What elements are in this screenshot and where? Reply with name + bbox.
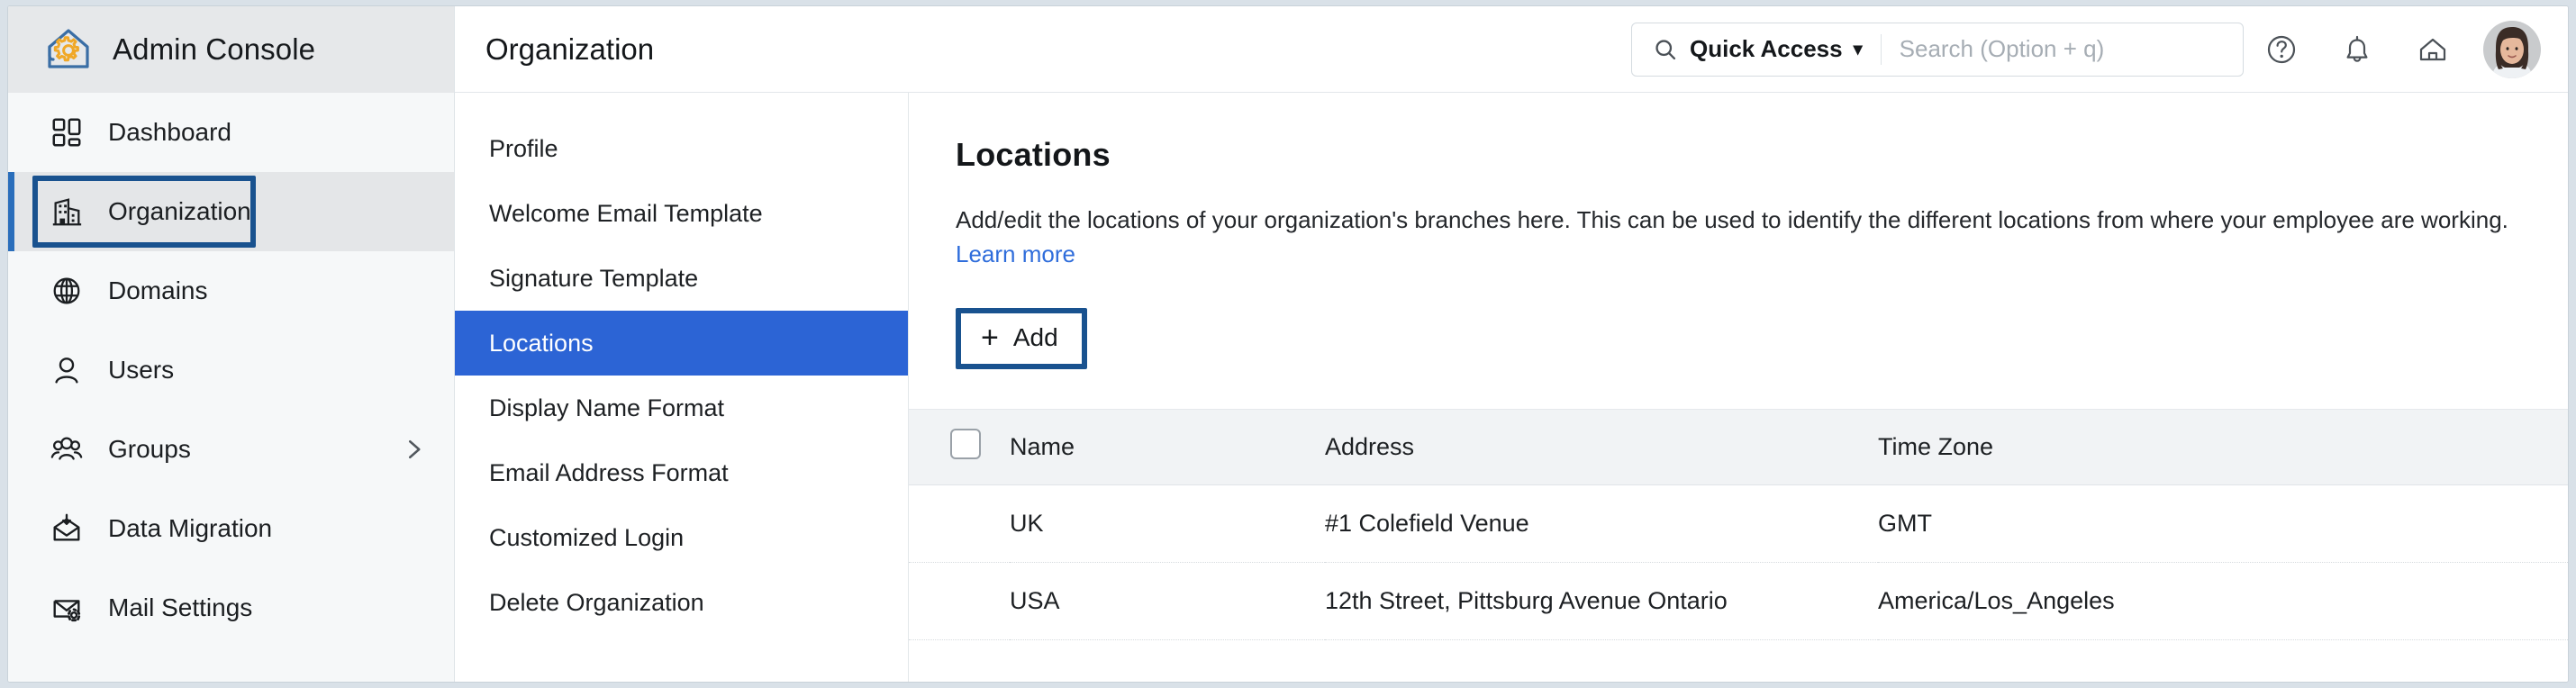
house-gear-logo-icon <box>44 25 93 74</box>
sidebar-nav: Dashboard Organization Domains Users Gro… <box>8 93 454 647</box>
select-all-cell <box>909 409 1010 486</box>
building-icon <box>49 194 85 230</box>
search-input[interactable] <box>1899 35 2243 63</box>
subnav-item-label: Delete Organization <box>489 588 704 616</box>
subnav-item-label: Welcome Email Template <box>489 199 763 227</box>
learn-more-link[interactable]: Learn more <box>956 240 1075 267</box>
sidebar-item-label: Mail Settings <box>108 593 253 621</box>
row-select-cell <box>909 484 1010 564</box>
search-icon <box>1652 36 1679 63</box>
subnav-item-customized-login[interactable]: Customized Login <box>455 505 908 570</box>
sidebar-item-label: Dashboard <box>108 118 231 146</box>
cell-timezone: GMT <box>1878 484 2568 564</box>
sidebar-item-label: Users <box>108 356 175 384</box>
subnav-item-label: Email Address Format <box>489 458 729 486</box>
search-bar[interactable]: Quick Access ▾ <box>1631 22 2244 77</box>
table-body: UK #1 Colefield Venue GMT USA 12th Stree… <box>909 484 2568 641</box>
cell-address: #1 Colefield Venue <box>1325 484 1878 564</box>
subnav-item-welcome-email-template[interactable]: Welcome Email Template <box>455 181 908 246</box>
subnav-item-label: Customized Login <box>489 523 685 551</box>
right-pane: Organization Quick Access ▾ Search (Opti… <box>455 6 2568 682</box>
mail-download-icon <box>49 511 85 547</box>
table-head: Name Address Time Zone <box>909 409 2568 486</box>
mail-gear-icon <box>49 590 85 626</box>
user-avatar[interactable] <box>2483 20 2541 78</box>
subnav-item-label: Display Name Format <box>489 394 725 421</box>
user-icon <box>49 352 85 388</box>
table-row[interactable]: USA 12th Street, Pittsburg Avenue Ontari… <box>909 562 2568 641</box>
sidebar-item-groups[interactable]: Groups <box>8 410 454 489</box>
sidebar-item-label: Data Migration <box>108 514 273 542</box>
locations-table-wrap: Name Address Time Zone UK #1 Colefield V… <box>909 408 2568 641</box>
content-header-block: Locations Add/edit the locations of your… <box>909 93 2568 369</box>
search-divider <box>1880 33 1882 65</box>
admin-console-window: Admin Console Dashboard Organization Dom… <box>7 5 2569 683</box>
brand-title: Admin Console <box>113 32 316 66</box>
cell-name: USA <box>1010 562 1325 641</box>
sidebar-item-data-migration[interactable]: Data Migration <box>8 489 454 568</box>
cell-name: UK <box>1010 484 1325 564</box>
notifications-bell-icon[interactable] <box>2319 23 2395 77</box>
column-header-name[interactable]: Name <box>1010 409 1325 486</box>
body-area: Profile Welcome Email Template Signature… <box>455 93 2568 682</box>
add-button-label: Add <box>1012 322 1058 351</box>
primary-sidebar: Admin Console Dashboard Organization Dom… <box>8 6 455 682</box>
sidebar-item-mail-settings[interactable]: Mail Settings <box>8 568 454 647</box>
section-description-text: Add/edit the locations of your organizat… <box>956 206 2508 233</box>
section-title: Locations <box>956 136 1111 173</box>
sidebar-item-dashboard[interactable]: Dashboard <box>8 93 454 172</box>
page-title: Organization <box>485 32 655 66</box>
row-select-cell <box>909 562 1010 641</box>
sidebar-item-organization[interactable]: Organization <box>8 172 454 251</box>
help-icon[interactable] <box>2244 23 2319 77</box>
globe-icon <box>49 273 85 309</box>
subnav-item-email-address-format[interactable]: Email Address Format <box>455 440 908 505</box>
subnav-item-label: Profile <box>489 134 558 162</box>
locations-table: Name Address Time Zone UK #1 Colefield V… <box>909 409 2568 641</box>
cell-address: 12th Street, Pittsburg Avenue Ontario <box>1325 562 1878 641</box>
select-all-checkbox[interactable] <box>950 429 981 460</box>
column-header-timezone[interactable]: Time Zone <box>1878 409 2568 486</box>
home-icon[interactable] <box>2395 23 2471 77</box>
chevron-down-icon: ▾ <box>1853 39 1863 59</box>
subnav-item-delete-organization[interactable]: Delete Organization <box>455 570 908 635</box>
dashboard-grid-icon <box>49 114 85 150</box>
quick-access-dropdown[interactable]: Quick Access ▾ <box>1690 35 1863 63</box>
table-header-row: Name Address Time Zone <box>909 409 2568 486</box>
add-location-button[interactable]: + Add <box>956 307 1087 369</box>
section-description: Add/edit the locations of your organizat… <box>956 203 2521 272</box>
subnav-item-display-name-format[interactable]: Display Name Format <box>455 376 908 440</box>
plus-icon: + <box>981 320 999 355</box>
sidebar-item-users[interactable]: Users <box>8 330 454 410</box>
subnav-item-profile[interactable]: Profile <box>455 116 908 181</box>
sidebar-item-label: Groups <box>108 435 191 463</box>
sidebar-item-domains[interactable]: Domains <box>8 251 454 330</box>
subnav-item-label: Signature Template <box>489 264 699 292</box>
add-button-wrap: + Add <box>956 307 1087 369</box>
top-bar: Organization Quick Access ▾ <box>455 6 2568 93</box>
quick-access-label: Quick Access <box>1690 35 1843 62</box>
subnav-item-locations[interactable]: Locations <box>455 311 908 376</box>
main-content: Locations Add/edit the locations of your… <box>909 93 2568 682</box>
sidebar-item-label: Domains <box>108 276 208 304</box>
column-header-address[interactable]: Address <box>1325 409 1878 486</box>
top-bar-actions: Quick Access ▾ <box>1631 20 2541 78</box>
table-row[interactable]: UK #1 Colefield Venue GMT <box>909 484 2568 564</box>
organization-subnav: Profile Welcome Email Template Signature… <box>455 93 909 682</box>
subnav-item-signature-template[interactable]: Signature Template <box>455 246 908 311</box>
subnav-item-label: Locations <box>489 329 594 357</box>
chevron-right-icon[interactable] <box>400 436 427 463</box>
sidebar-item-label: Organization <box>108 197 251 225</box>
groups-icon <box>49 431 85 467</box>
cell-timezone: America/Los_Angeles <box>1878 562 2568 641</box>
brand-header: Admin Console <box>8 6 454 93</box>
